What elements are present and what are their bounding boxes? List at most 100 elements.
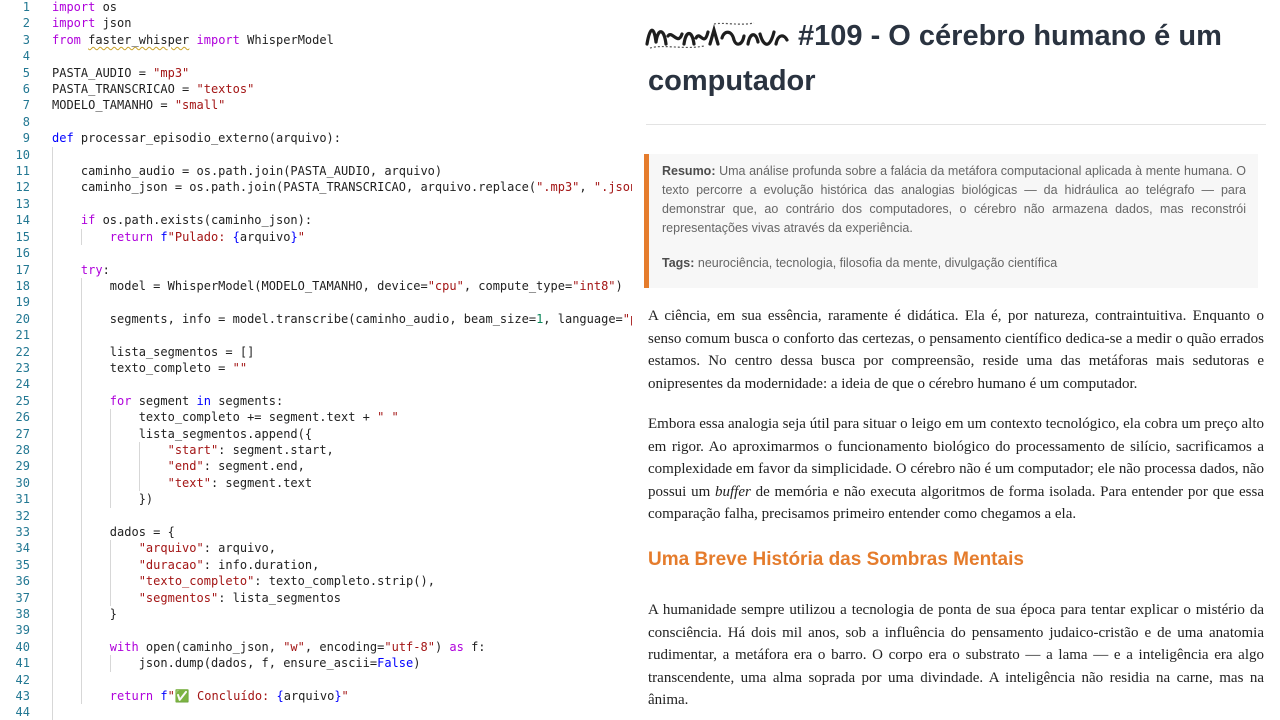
- code-line[interactable]: 14 if os.path.exists(caminho_json):: [0, 212, 632, 229]
- code-line[interactable]: 19: [0, 294, 632, 311]
- line-number: 6: [22, 82, 30, 97]
- code-line[interactable]: 22 lista_segmentos = []: [0, 343, 632, 360]
- code-line[interactable]: 28 "start": segment.start,: [0, 441, 632, 459]
- code-line[interactable]: 18 model = WhisperModel(MODELO_TAMANHO, …: [0, 277, 632, 295]
- line-number: 13: [15, 196, 30, 211]
- code-line[interactable]: 16: [0, 245, 632, 262]
- code-line[interactable]: 26 texto_completo += segment.text + " ": [0, 409, 632, 426]
- line-number: 33: [15, 525, 30, 539]
- code-line[interactable]: 3 from faster_whisper import WhisperModel: [0, 32, 632, 48]
- code-token: os: [95, 0, 118, 14]
- code-line[interactable]: 39: [0, 622, 632, 639]
- code-token: "start": [167, 442, 219, 457]
- code-line[interactable]: 10: [0, 146, 632, 164]
- code-line[interactable]: 30 "text": segment.text: [0, 474, 632, 492]
- code-line[interactable]: 17 try:: [0, 261, 632, 278]
- code-line[interactable]: 29 "end": segment.end,: [0, 458, 632, 475]
- code-token: "cpu": [427, 278, 464, 293]
- code-token: model = WhisperModel(MODELO_TAMANHO, dev…: [52, 278, 428, 293]
- code-token: "small": [174, 98, 226, 113]
- tags-label: Tags:: [662, 256, 695, 270]
- code-line[interactable]: 42: [0, 671, 632, 689]
- code-line[interactable]: 11 caminho_audio = os.path.join(PASTA_AU…: [0, 163, 632, 180]
- code-token: ): [615, 278, 623, 293]
- code-editor[interactable]: 1 import os 2 import json 3 from faster_whisp…: [0, 0, 632, 720]
- code-token: "utf-8": [384, 639, 435, 654]
- line-number: 38: [15, 607, 30, 622]
- code-text: texto_completo = "": [52, 360, 247, 376]
- indent-guide: [52, 195, 53, 213]
- code-token: : texto_completo.strip(),: [254, 574, 435, 589]
- code-line[interactable]: 36 "texto_completo": texto_completo.stri…: [0, 573, 632, 590]
- code-line[interactable]: 44: [0, 704, 632, 720]
- code-line[interactable]: 23 texto_completo = "": [0, 359, 632, 377]
- code-token: }: [334, 689, 342, 704]
- line-number: 17: [15, 262, 30, 277]
- code-line[interactable]: 40 with open(caminho_json, "w", encoding…: [0, 638, 632, 656]
- code-line[interactable]: 41 json.dump(dados, f, ensure_ascii=Fals…: [0, 655, 632, 672]
- code-text: with open(caminho_json, "w", encoding="u…: [52, 639, 486, 655]
- code-text: import os: [52, 0, 117, 15]
- code-text: PASTA_TRANSCRICAO = "textos": [52, 81, 254, 97]
- code-line[interactable]: 38 }: [0, 606, 632, 623]
- code-line[interactable]: 15 return f"Pulado: {arquivo}": [0, 228, 632, 246]
- line-number: 15: [15, 229, 30, 244]
- code-line[interactable]: 24: [0, 376, 632, 393]
- code-line[interactable]: 35 "duracao": info.duration,: [0, 556, 632, 574]
- code-text: "texto_completo": texto_completo.strip()…: [52, 573, 435, 589]
- code-line[interactable]: 5 PASTA_AUDIO = "mp3": [0, 65, 632, 81]
- code-token: json: [95, 16, 132, 31]
- code-line[interactable]: 21: [0, 327, 632, 344]
- code-line[interactable]: 4: [0, 48, 632, 64]
- code-line[interactable]: 25 for segment in segments:: [0, 392, 632, 410]
- code-text: MODELO_TAMANHO = "small": [52, 97, 225, 113]
- code-text: lista_segmentos = []: [52, 344, 255, 360]
- code-line[interactable]: 33 dados = {: [0, 524, 632, 541]
- indent-guide: [52, 507, 53, 524]
- code-line[interactable]: 31 }): [0, 491, 632, 508]
- code-text: PASTA_AUDIO = "mp3": [52, 65, 189, 81]
- code-line[interactable]: 6 PASTA_TRANSCRICAO = "textos": [0, 81, 632, 97]
- line-number: 18: [15, 278, 30, 293]
- code-line[interactable]: 9 def processar_episodio_externo(arquivo)…: [0, 130, 632, 146]
- code-token: "texto_completo": [138, 574, 255, 589]
- code-text: caminho_audio = os.path.join(PASTA_AUDIO…: [52, 163, 442, 179]
- code-token: for: [109, 393, 132, 408]
- code-token: arquivo: [239, 229, 291, 244]
- indent-guide: [80, 671, 82, 689]
- code-line[interactable]: 43 return f"✅ Concluído: {arquivo}": [0, 688, 632, 705]
- line-number: 35: [15, 557, 30, 572]
- code-line[interactable]: 27 lista_segmentos.append({: [0, 425, 632, 442]
- line-number: 41: [15, 656, 30, 671]
- code-lines: 1 import os 2 import json 3 from faster_whisp…: [0, 0, 632, 720]
- indent-guide: [52, 294, 53, 311]
- indent-guide: [52, 327, 53, 344]
- code-text: "start": segment.start,: [52, 442, 334, 458]
- code-line[interactable]: 32: [0, 507, 632, 524]
- code-line[interactable]: 34 "arquivo": arquivo,: [0, 540, 632, 557]
- code-text: "duracao": info.duration,: [52, 557, 320, 573]
- line-number: 28: [15, 442, 30, 457]
- code-line[interactable]: 20 segments, info = model.transcribe(cam…: [0, 310, 632, 328]
- article-pane: #109 - O cérebro humano é um computador …: [632, 0, 1280, 720]
- code-token: False: [377, 656, 414, 671]
- code-text: "end": segment.end,: [52, 458, 305, 474]
- code-line[interactable]: 13: [0, 195, 632, 213]
- code-line[interactable]: 37 "segmentos": lista_segmentos: [0, 589, 632, 607]
- code-text: lista_segmentos.append({: [52, 426, 312, 442]
- code-line[interactable]: 2 import json: [0, 15, 632, 31]
- line-number: 34: [15, 541, 30, 556]
- code-token: :: [102, 262, 110, 277]
- code-line[interactable]: 7 MODELO_TAMANHO = "small": [0, 97, 632, 113]
- code-line[interactable]: 12 caminho_json = os.path.join(PASTA_TRA…: [0, 179, 632, 196]
- code-line[interactable]: 8: [0, 114, 632, 130]
- code-token: import: [196, 32, 240, 47]
- line-number: 30: [15, 475, 30, 490]
- code-text: "text": segment.text: [52, 475, 313, 491]
- line-number: 32: [15, 508, 30, 523]
- code-line[interactable]: 1 import os: [0, 0, 632, 15]
- code-token: , language=: [543, 311, 623, 326]
